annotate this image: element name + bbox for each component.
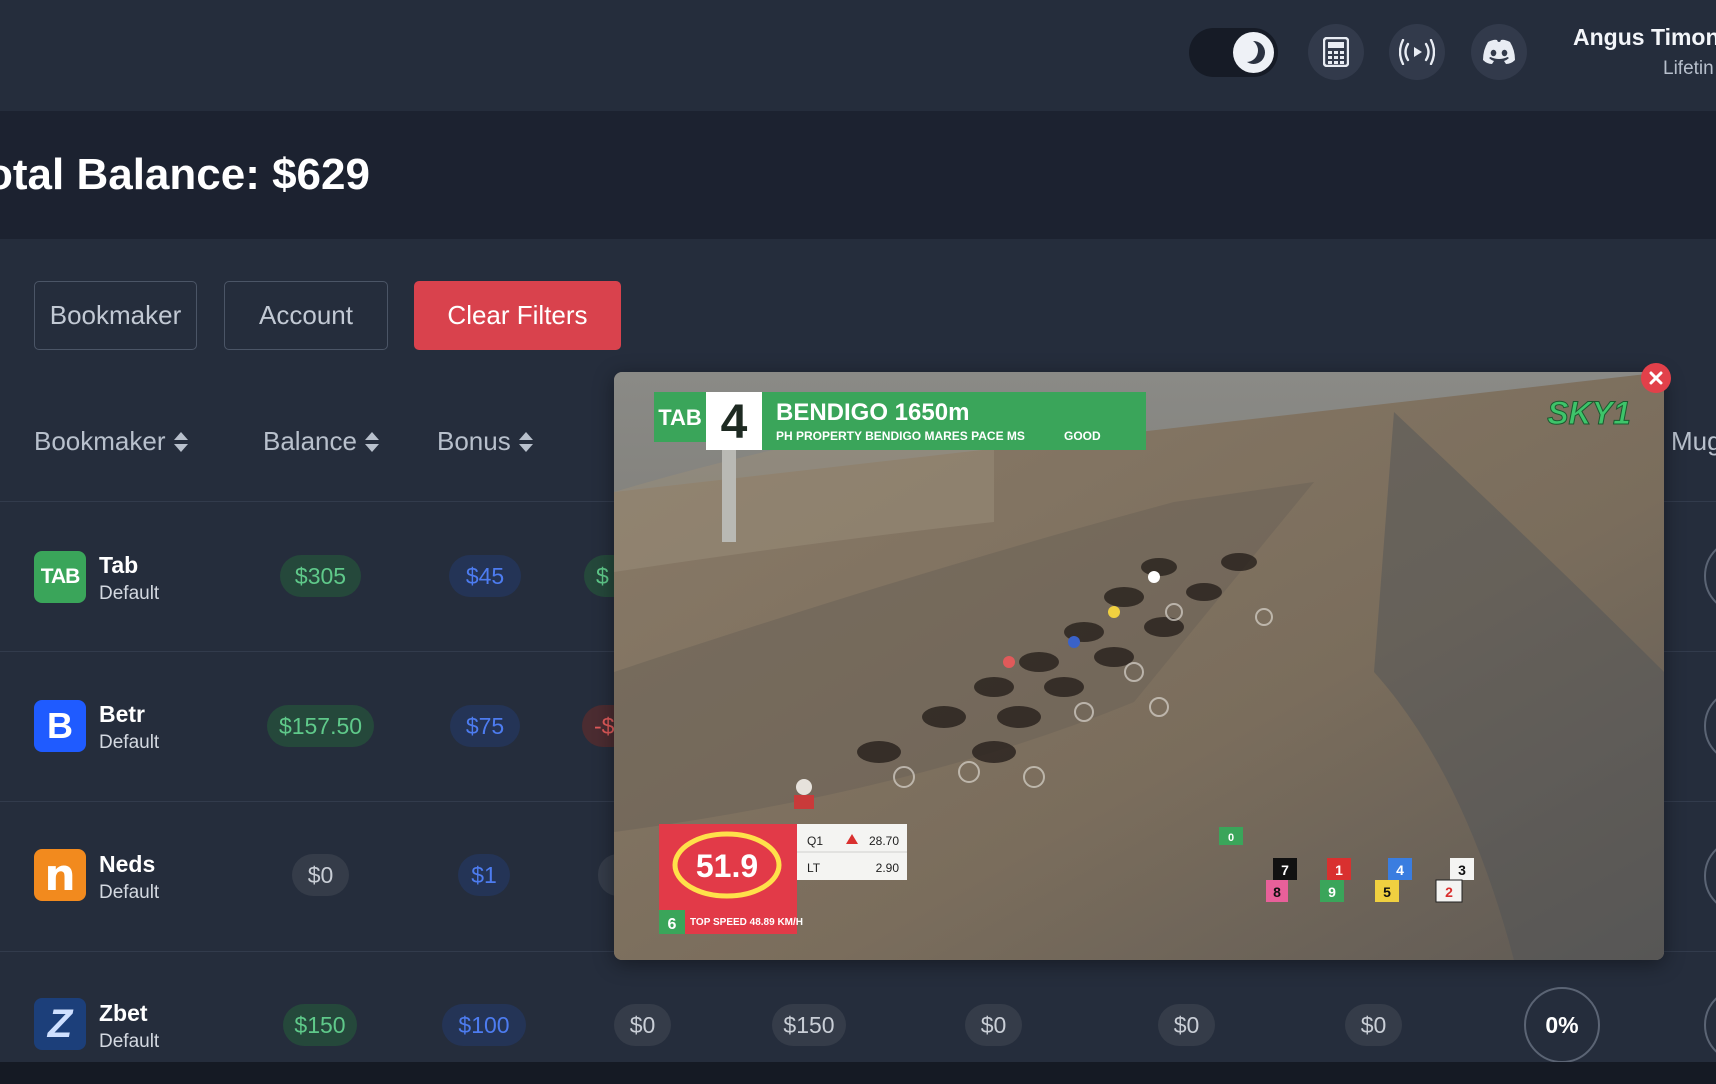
column-header-balance[interactable]: Balance (263, 426, 379, 457)
bookmaker-filter-button[interactable]: Bookmaker (34, 281, 197, 350)
bookmaker-name: Zbet (99, 1000, 148, 1026)
bookmaker-name: Tab (99, 552, 139, 578)
betr-logo: B (34, 700, 86, 752)
runner-number: 4 (1396, 862, 1404, 878)
col7-value: $0 (1345, 1004, 1402, 1046)
runner-number: 7 (1281, 862, 1289, 878)
neds-logo: n (34, 849, 86, 901)
race-scene: TAB 4 BENDIGO 1650m PH PROPERTY BENDIGO … (614, 372, 1664, 960)
zbet-logo: Z (34, 998, 86, 1050)
runner-tag: 0 (1228, 832, 1234, 844)
balance-value: $150 (283, 1004, 357, 1046)
sort-icon (364, 431, 379, 452)
column-header-mug[interactable]: Mug (1671, 426, 1716, 457)
logo-text: TAB (40, 565, 81, 588)
live-stream-button[interactable] (1389, 24, 1445, 80)
bookmaker-name: Betr (99, 701, 146, 727)
theme-toggle[interactable] (1189, 28, 1278, 77)
lt-label: LT (807, 861, 821, 875)
calculator-icon (1323, 37, 1349, 67)
balance-value: $157.50 (267, 705, 374, 747)
sort-icon (518, 431, 533, 452)
bottom-bar (0, 1062, 1716, 1084)
user-subtitle: Lifetin (1663, 58, 1714, 79)
col6-value: $0 (1158, 1004, 1215, 1046)
bonus-value: $75 (450, 705, 520, 747)
tab-logo: TAB (34, 551, 86, 603)
q1-label: Q1 (807, 834, 823, 848)
close-video-button[interactable] (1641, 363, 1671, 393)
race-video-player[interactable]: TAB 4 BENDIGO 1650m PH PROPERTY BENDIGO … (614, 372, 1664, 960)
calculator-button[interactable] (1308, 24, 1364, 80)
balance-value: $0 (292, 854, 349, 896)
balance-value: $305 (280, 555, 361, 597)
video-brand: TAB (658, 405, 702, 430)
discord-icon (1483, 39, 1515, 64)
q1-value: 28.70 (869, 834, 899, 848)
race-subtitle: PH PROPERTY BENDIGO MARES PACE MS (776, 429, 1025, 443)
logo-text: B (47, 705, 73, 746)
runner-number: 1 (1335, 862, 1343, 878)
percent-ring: 0% (1524, 987, 1600, 1063)
account-name: Default (99, 732, 160, 753)
channel-logo: SKY1 (1547, 395, 1631, 431)
col3-value: $0 (614, 1004, 671, 1046)
column-header-label: Balance (263, 426, 357, 456)
top-speed-label: TOP SPEED 48.89 KM/H (690, 917, 803, 928)
total-balance: otal Balance: $629 (0, 150, 370, 199)
clear-filters-button[interactable]: Clear Filters (414, 281, 621, 350)
broadcast-icon (1399, 39, 1435, 65)
discord-button[interactable] (1471, 24, 1527, 80)
column-header-bonus[interactable]: Bonus (437, 426, 533, 457)
bonus-value: $1 (458, 854, 510, 896)
logo-text: Z (47, 1001, 73, 1046)
top-speed-runner: 6 (668, 916, 677, 933)
race-number: 4 (721, 396, 748, 449)
account-name: Default (99, 882, 160, 903)
bonus-value: $45 (449, 555, 521, 597)
runner-number: 2 (1445, 884, 1453, 900)
account-name: Default (99, 1031, 160, 1052)
bookmaker-name: Neds (99, 851, 156, 877)
speed-readout: 51.9 (696, 848, 758, 884)
top-bar (0, 0, 1716, 111)
moon-icon (1233, 32, 1274, 73)
user-name[interactable]: Angus Timone (1573, 24, 1716, 51)
column-header-label: Bonus (437, 426, 511, 456)
bonus-value: $100 (442, 1004, 526, 1046)
col4-value: $150 (772, 1004, 846, 1046)
runner-number: 8 (1273, 884, 1281, 900)
column-header-label: Mug (1671, 426, 1716, 456)
column-header-bookmaker[interactable]: Bookmaker (34, 426, 188, 457)
sort-icon (173, 431, 188, 452)
lt-value: 2.90 (876, 861, 900, 875)
account-name: Default (99, 583, 160, 604)
race-title: BENDIGO 1650m (776, 399, 969, 426)
close-icon (1649, 371, 1663, 385)
runner-number: 3 (1458, 862, 1466, 878)
logo-text: n (44, 849, 76, 901)
account-filter-button[interactable]: Account (224, 281, 388, 350)
track-condition: GOOD (1064, 429, 1101, 443)
col5-value: $0 (965, 1004, 1022, 1046)
runner-number: 9 (1328, 884, 1336, 900)
column-header-label: Bookmaker (34, 426, 166, 456)
runner-number: 5 (1383, 884, 1391, 900)
